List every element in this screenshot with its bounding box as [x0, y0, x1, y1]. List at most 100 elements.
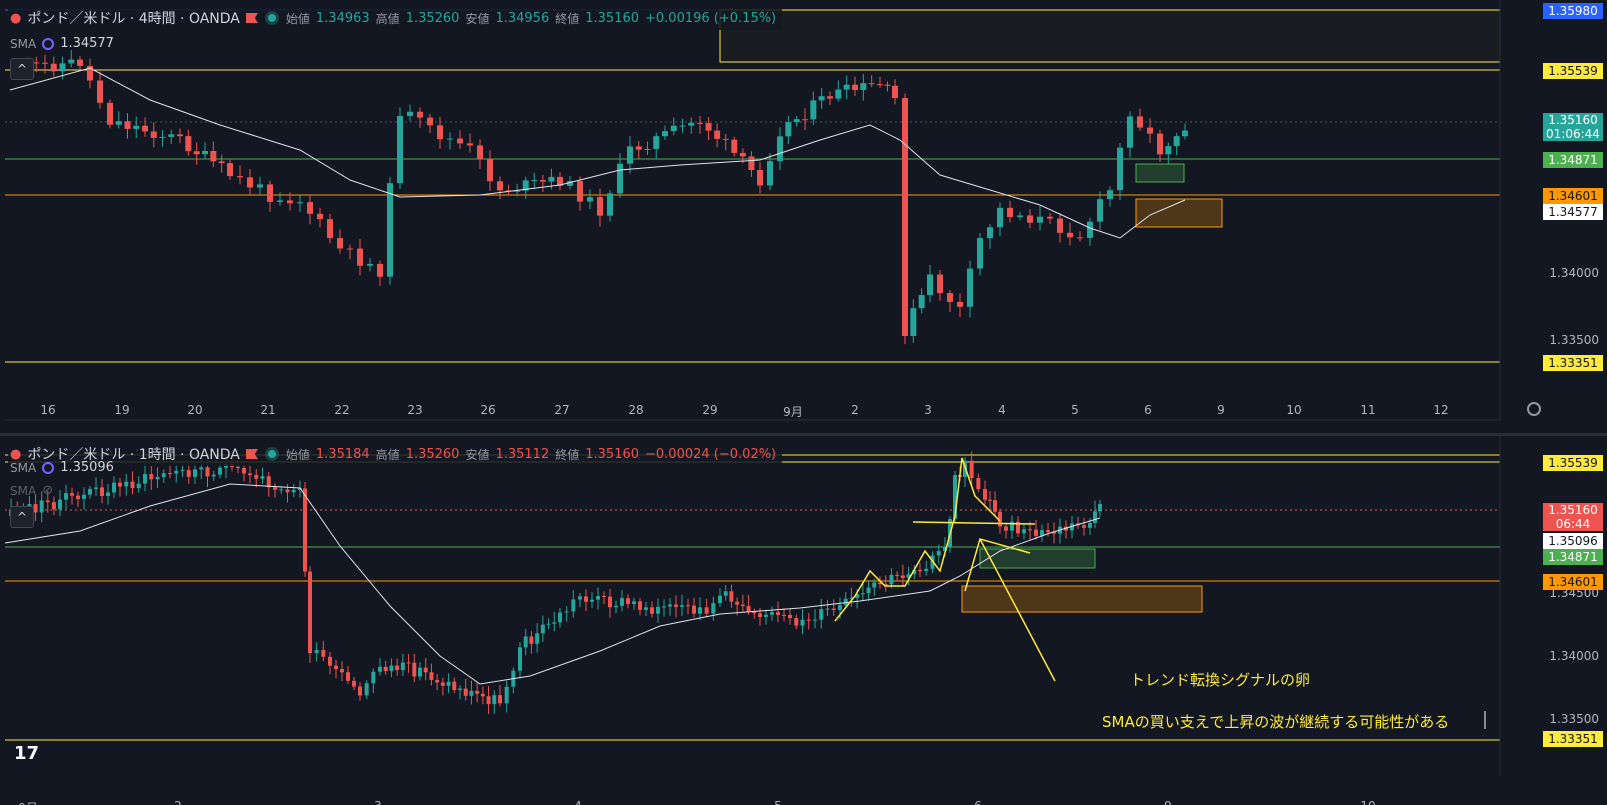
- candle: [993, 500, 997, 512]
- sma-label: SMA: [10, 483, 37, 498]
- candle: [1088, 522, 1092, 528]
- countdown-badge: 06:44: [1543, 517, 1603, 531]
- collapse-legend-button[interactable]: ^: [10, 506, 34, 528]
- annotation-text-sma[interactable]: SMAの買い支えで上昇の波が継続する可能性がある: [1102, 711, 1449, 732]
- candle: [77, 59, 83, 66]
- market-status-icon: [267, 14, 276, 22]
- candle: [397, 116, 403, 184]
- candle: [70, 493, 74, 496]
- candle: [1093, 511, 1097, 523]
- candle: [540, 624, 545, 634]
- candle: [346, 672, 350, 681]
- candle: [452, 681, 457, 691]
- candle: [82, 494, 86, 499]
- price-badge-orange: 1.34601: [1543, 574, 1603, 590]
- open-value: 1.34963: [315, 10, 370, 26]
- candle: [142, 125, 148, 132]
- time-tick: 26: [480, 403, 496, 417]
- price-tick: 1.34000: [1549, 649, 1599, 663]
- candle: [577, 181, 583, 202]
- high-label: 高値: [375, 447, 400, 462]
- chart-canvas-4h[interactable]: [0, 0, 1607, 433]
- candle: [150, 131, 157, 138]
- candle: [819, 609, 824, 620]
- candle: [711, 603, 716, 614]
- candle: [535, 633, 540, 644]
- candle: [267, 184, 273, 202]
- price-badge-last: 1.35160: [1543, 503, 1603, 517]
- candle: [818, 96, 825, 101]
- candle: [806, 619, 811, 621]
- time-tick: 28: [628, 403, 644, 417]
- candle: [735, 601, 740, 605]
- candle: [546, 623, 551, 625]
- settings-icon[interactable]: [1527, 402, 1541, 416]
- candle: [218, 161, 225, 164]
- candle: [910, 308, 917, 336]
- candle: [236, 466, 240, 469]
- time-tick: 10: [1360, 799, 1375, 805]
- price-badge-blue: 1.35980: [1543, 3, 1603, 19]
- sma-value: 1.34577: [60, 36, 114, 51]
- candle: [317, 213, 323, 220]
- candle: [218, 467, 222, 475]
- candle: [100, 487, 104, 496]
- candle: [843, 598, 848, 606]
- candle: [731, 139, 738, 153]
- candle: [872, 582, 877, 588]
- candle: [746, 606, 751, 612]
- candle: [866, 587, 871, 594]
- candle: [937, 274, 943, 294]
- candle: [843, 84, 850, 90]
- eye-off-icon[interactable]: ⊘: [42, 483, 53, 498]
- loop-icon[interactable]: [42, 37, 55, 50]
- candle: [143, 474, 147, 484]
- candle: [367, 263, 373, 266]
- chart-pane-1h[interactable]: ● ポンド／米ドル · 1時間 · OANDA 始値 1.35184 高値 1.35…: [0, 436, 1607, 805]
- flag-marker-icon[interactable]: [245, 449, 258, 459]
- symbol-title[interactable]: ポンド／米ドル · 4時間 · OANDA: [27, 8, 240, 28]
- sma-legend[interactable]: SMA 1.35096: [10, 460, 114, 475]
- candle: [1007, 207, 1013, 218]
- time-tick: 2: [851, 403, 859, 417]
- candle: [770, 612, 774, 615]
- candle: [988, 499, 992, 501]
- candle: [680, 605, 684, 607]
- candle: [76, 495, 80, 499]
- sma-legend-hidden[interactable]: SMA ⊘: [10, 483, 53, 498]
- time-tick: 29: [702, 403, 718, 417]
- chart-pane-4h[interactable]: ● ポンド／米ドル · 4時間 · OANDA 始値 1.34963 高値 1.35…: [0, 0, 1607, 433]
- candle: [248, 473, 252, 476]
- candle: [285, 489, 290, 493]
- tradingview-logo[interactable]: 17: [14, 743, 39, 764]
- candle: [748, 156, 755, 171]
- candle: [446, 681, 451, 686]
- candle: [718, 595, 722, 604]
- candle: [564, 611, 569, 613]
- close-label: 終値: [555, 11, 580, 26]
- candle: [1147, 127, 1153, 134]
- candle: [860, 593, 865, 595]
- candle: [237, 176, 243, 178]
- candle: [596, 595, 600, 600]
- time-tick: 10: [1286, 403, 1302, 417]
- loop-icon[interactable]: [42, 461, 55, 474]
- time-tick: 22: [334, 403, 350, 417]
- candle: [831, 608, 836, 610]
- candle: [337, 238, 343, 249]
- time-tick: 5: [1071, 403, 1079, 417]
- candle: [656, 606, 660, 614]
- time-tick: 27: [554, 403, 570, 417]
- candle: [650, 607, 654, 614]
- flag-marker-icon[interactable]: [245, 13, 258, 23]
- annotation-text-signal[interactable]: トレンド転換シグナルの卵: [1130, 669, 1310, 690]
- close-value: 1.35160: [585, 10, 640, 26]
- chart-canvas-1h[interactable]: [0, 436, 1607, 805]
- sma-legend[interactable]: SMA 1.34577: [10, 36, 114, 51]
- collapse-legend-button[interactable]: ^: [10, 58, 34, 80]
- candle: [900, 575, 905, 578]
- candle: [902, 98, 908, 336]
- time-tick: 3: [374, 799, 382, 805]
- candle: [277, 200, 283, 202]
- candle: [802, 119, 808, 121]
